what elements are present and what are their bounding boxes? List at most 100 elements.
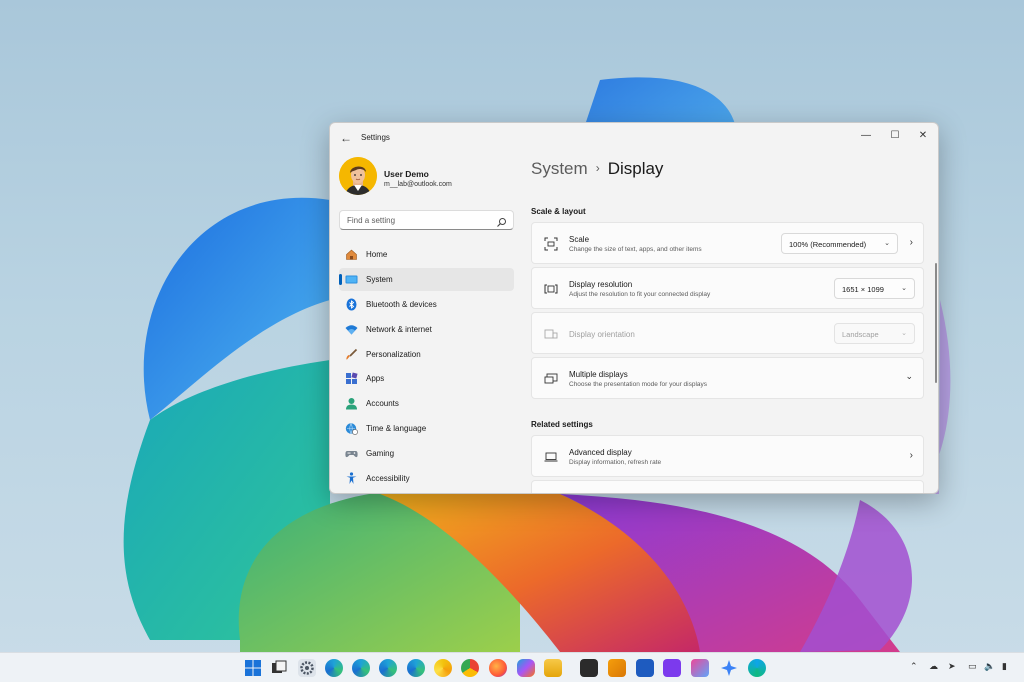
sidebar-item-label: Accessibility [366,474,410,484]
chevron-down-icon: ⌄ [884,240,890,247]
resolution-title: Display resolution [569,280,633,289]
person-icon [345,397,358,410]
send-icon[interactable]: ➤ [948,661,956,672]
notepad-icon[interactable] [608,659,626,677]
multiple-displays-subtitle: Choose the presentation mode for your di… [569,381,708,388]
battery-icon[interactable]: ▮ [1002,661,1007,672]
chevron-down-icon[interactable]: ⌄ [905,371,913,382]
chevron-up-icon[interactable]: ⌃ [910,661,918,672]
sidebar-item-personalization[interactable]: Personalization [339,343,514,366]
orientation-value: Landscape [842,330,879,339]
apps-icon [345,372,358,385]
sidebar-item-gaming[interactable]: Gaming [339,442,514,465]
edge-beta-icon[interactable] [352,659,370,677]
advanced-display-card[interactable]: Advanced display Display information, re… [531,435,924,477]
minimize-button[interactable]: — [852,126,880,146]
wifi-icon [345,323,358,336]
orientation-icon [544,327,558,341]
title-bar[interactable]: ← Settings — ☐ ✕ [330,123,938,153]
network-icon[interactable]: ▭ [968,661,977,672]
sidebar-item-system[interactable]: System [339,267,514,291]
browser-icon[interactable] [748,659,766,677]
resolution-value: 1651 × 1099 [842,285,884,294]
sidebar-item-apps[interactable]: Apps [339,367,514,390]
avatar [339,157,377,195]
chevron-right-icon[interactable]: › [910,237,913,248]
orientation-title: Display orientation [569,330,635,339]
edge-canary-icon[interactable] [407,659,425,677]
advanced-display-title: Advanced display [569,448,632,457]
search-icon[interactable] [496,215,507,227]
breadcrumb: System › Display [531,159,663,179]
firefox-icon[interactable] [489,659,507,677]
system-icon [345,273,358,286]
resolution-subtitle: Adjust the resolution to fit your connec… [569,291,711,298]
copilot-star-icon[interactable] [720,659,738,677]
sidebar-item-label: Personalization [366,349,421,359]
settings-icon[interactable] [298,659,316,677]
settings-window: ← Settings — ☐ ✕ User Demo m__lab@outloo… [329,122,939,494]
cloud-icon[interactable]: ☁ [929,661,938,672]
scale-title: Scale [569,235,590,244]
taskbar: ⌃ ☁ ➤ ▭ 🔈 ▮ [0,652,1024,682]
user-email: m__lab@outlook.com [384,181,452,188]
chrome-icon[interactable] [461,659,479,677]
bluetooth-icon [345,298,358,311]
sidebar-item-network[interactable]: Network & internet [339,318,514,341]
display-orientation-card: Display orientation Landscape ⌄ [531,312,924,354]
sidebar-item-bluetooth[interactable]: Bluetooth & devices [339,293,514,316]
task-view-icon[interactable] [270,659,288,677]
scale-card[interactable]: Scale Change the size of text, apps, and… [531,222,924,264]
chrome-canary-icon[interactable] [434,659,452,677]
sidebar-item-accessibility[interactable]: Accessibility [339,467,514,490]
sidebar-item-accounts[interactable]: Accounts [339,392,514,415]
resolution-dropdown[interactable]: 1651 × 1099 ⌄ [834,278,915,299]
app-title: Settings [361,133,390,142]
brush-icon [345,348,358,361]
chevron-right-icon: › [595,161,600,175]
sidebar-item-home[interactable]: Home [339,243,514,266]
user-name: User Demo [384,169,429,179]
scale-icon [544,237,558,251]
page-title: Display [607,159,664,178]
volume-icon[interactable]: 🔈 [984,661,995,672]
chevron-right-icon[interactable]: › [910,450,913,461]
scale-dropdown[interactable]: 100% (Recommended) ⌄ [781,233,898,254]
multiple-displays-card[interactable]: Multiple displays Choose the presentatio… [531,357,924,399]
close-button[interactable]: ✕ [909,126,937,146]
back-button[interactable]: ← [338,130,354,146]
sidebar-item-label: Time & language [366,424,427,434]
accessibility-icon [345,472,358,485]
copilot-icon[interactable] [517,659,535,677]
sidebar-nav: Home System Bluetooth & devices Network … [339,243,514,492]
sidebar-item-label: Accounts [366,399,399,409]
visual-studio-icon[interactable] [663,659,681,677]
user-profile[interactable]: User Demo m__lab@outlook.com [339,157,519,197]
edge-dev-icon[interactable] [379,659,397,677]
scrollbar[interactable] [935,263,937,383]
word-icon[interactable] [636,659,654,677]
sidebar-item-label: Network & internet [366,324,432,334]
chevron-down-icon: ⌄ [901,330,907,337]
next-settings-card[interactable] [531,480,924,493]
advanced-display-subtitle: Display information, refresh rate [569,459,662,466]
search-input[interactable]: Find a setting [339,210,514,230]
snipping-tool-icon[interactable] [691,659,709,677]
sidebar-item-time-language[interactable]: Time & language [339,417,514,440]
breadcrumb-parent[interactable]: System [531,159,588,178]
maximize-button[interactable]: ☐ [881,126,909,146]
sidebar-item-label: Apps [366,374,385,384]
multiple-displays-title: Multiple displays [569,370,628,379]
section-title-related: Related settings [531,420,593,429]
edge-icon[interactable] [325,659,343,677]
file-explorer-icon[interactable] [544,659,562,677]
terminal-icon[interactable] [580,659,598,677]
scale-subtitle: Change the size of text, apps, and other… [569,246,702,253]
display-resolution-card[interactable]: Display resolution Adjust the resolution… [531,267,924,309]
start-icon[interactable] [244,659,262,677]
resolution-icon [544,282,558,296]
scale-value: 100% (Recommended) [789,240,867,249]
gamepad-icon [345,447,358,460]
sidebar-item-label: Gaming [366,449,395,459]
laptop-icon [544,450,558,464]
